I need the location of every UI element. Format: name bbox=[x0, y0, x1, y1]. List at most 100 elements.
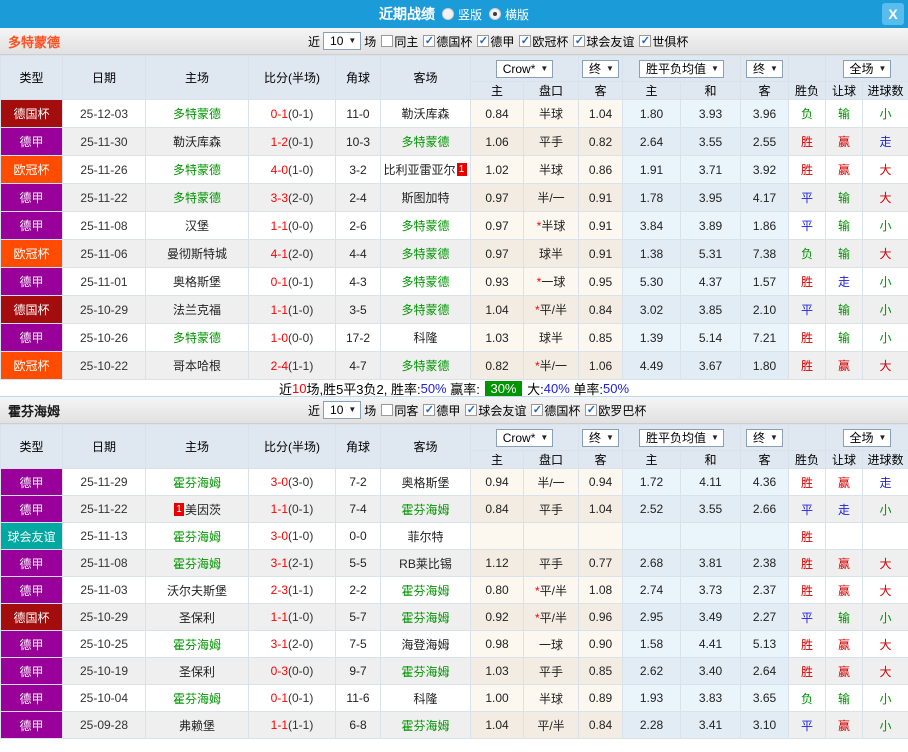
cell-asian-handicap: 半球 bbox=[523, 99, 579, 128]
away-team-name: 霍芬海姆 bbox=[401, 502, 450, 517]
cell-corners: 11-6 bbox=[335, 684, 381, 712]
cell-competition: 德甲 bbox=[0, 211, 63, 240]
cell-corners: 6-8 bbox=[335, 711, 381, 739]
cell-asian-home-odds: 0.82 bbox=[470, 351, 524, 380]
cell-away-team: 霍芬海姆 bbox=[380, 576, 471, 604]
cell-date: 25-11-22 bbox=[62, 495, 146, 523]
avg-time-dropdown[interactable]: 终 ▼ bbox=[746, 59, 783, 78]
cell-result-handicap: 赢 bbox=[825, 351, 863, 380]
cell-competition: 德国杯 bbox=[0, 603, 63, 631]
cell-result-goals: 大 bbox=[862, 351, 908, 380]
filter-checkbox-德国杯[interactable]: ✓ 德国杯 bbox=[423, 33, 472, 50]
filter-checkbox-球会友谊[interactable]: ✓ 球会友谊 bbox=[465, 402, 526, 419]
checkbox-checked-icon: ✓ bbox=[573, 34, 586, 47]
home-team-name: 霍芬海姆 bbox=[172, 691, 221, 706]
cell-1x2-away: 1.80 bbox=[740, 351, 789, 380]
cell-1x2-away: 5.13 bbox=[740, 630, 789, 658]
match-row: 欧冠杯 25-11-06 曼彻斯特城 4-1(2-0) 4-4 多特蒙德 0.97 球半 0.9… bbox=[0, 239, 908, 268]
odds-time-value: 终 bbox=[589, 430, 602, 445]
cell-1x2-draw: 3.83 bbox=[680, 684, 741, 712]
summary-part: 场,胜5平3负2, 胜率: bbox=[306, 381, 421, 397]
avg-odds-dropdown[interactable]: 胜平负均值 ▼ bbox=[639, 59, 724, 78]
final-dropdown-cell: 终 ▼ bbox=[578, 55, 623, 82]
odds-source-dropdown[interactable]: Crow* ▼ bbox=[495, 428, 554, 447]
filter-checkbox-欧冠杯[interactable]: ✓ 欧冠杯 bbox=[519, 33, 568, 50]
cell-home-team: 圣保利 bbox=[145, 603, 249, 631]
odds-time-dropdown[interactable]: 终 ▼ bbox=[582, 59, 619, 78]
cell-score: 3-0(1-0) bbox=[248, 522, 336, 550]
cell-corners: 2-6 bbox=[335, 211, 381, 240]
filter-checkbox-欧罗巴杯[interactable]: ✓ 欧罗巴杯 bbox=[585, 402, 646, 419]
cell-result-goals: 小 bbox=[862, 603, 908, 631]
filter-checkbox-德甲[interactable]: ✓ 德甲 bbox=[477, 33, 514, 50]
match-row: 德甲 25-11-29 霍芬海姆 3-0(3-0) 7-2 奥格斯堡 0.94 半/一 0.94… bbox=[0, 468, 908, 496]
cell-1x2-draw: 3.85 bbox=[680, 295, 741, 324]
cell-1x2-away: 3.10 bbox=[740, 711, 789, 739]
filter-checkbox-同主[interactable]: 同主 bbox=[381, 33, 418, 50]
odds-source-dropdown[interactable]: Crow* ▼ bbox=[495, 59, 554, 78]
col-header-type: 类型 bbox=[0, 424, 63, 469]
cell-asian-away-odds: 0.89 bbox=[578, 684, 623, 712]
cell-home-team: 霍芬海姆 bbox=[145, 468, 249, 496]
match-count-dropdown[interactable]: 10 ▼ bbox=[323, 401, 362, 419]
close-button[interactable]: X bbox=[882, 3, 904, 25]
summary-part: 50% bbox=[420, 380, 447, 396]
cell-1x2-away: 2.55 bbox=[740, 127, 789, 156]
matches-tbody: 德甲 25-11-29 霍芬海姆 3-0(3-0) 7-2 奥格斯堡 0.94 半/一 0.94… bbox=[0, 468, 908, 739]
odds-source-value: Crow* bbox=[502, 430, 536, 445]
cell-result-handicap: 输 bbox=[825, 239, 863, 268]
filter-checkbox-德国杯[interactable]: ✓ 德国杯 bbox=[531, 402, 580, 419]
cell-1x2-draw: 3.89 bbox=[680, 211, 741, 240]
cell-1x2-away: 4.36 bbox=[740, 468, 789, 496]
cell-result-goals: 小 bbox=[862, 295, 908, 324]
cell-result-wdl: 负 bbox=[788, 239, 826, 268]
filter-prefix-label: 近 bbox=[308, 403, 321, 418]
away-team-name: 多特蒙德 bbox=[401, 359, 450, 373]
cell-1x2-draw: 5.14 bbox=[680, 323, 741, 352]
sub-header-home-odds: 主 bbox=[470, 81, 524, 100]
summary-part: 50% bbox=[603, 380, 630, 396]
dropdown-arrow-icon: ▼ bbox=[606, 63, 614, 73]
odds-time-dropdown[interactable]: 终 ▼ bbox=[582, 428, 619, 447]
cell-result-goals: 大 bbox=[862, 576, 908, 604]
cell-result-handicap: 输 bbox=[825, 323, 863, 352]
handicap-text: 半/一 bbox=[539, 359, 567, 373]
red-card-badge: 1 bbox=[456, 163, 467, 176]
filter-checkbox-德甲[interactable]: ✓ 德甲 bbox=[423, 402, 460, 419]
cell-asian-away-odds: 0.85 bbox=[578, 323, 623, 352]
cell-1x2-away bbox=[740, 522, 789, 550]
home-team-name: 多特蒙德 bbox=[172, 163, 221, 177]
scope-dropdown[interactable]: 全场 ▼ bbox=[842, 59, 892, 78]
full-time-score: 1-1 bbox=[270, 218, 288, 233]
filter-checkbox-球会友谊[interactable]: ✓ 球会友谊 bbox=[573, 33, 634, 50]
cell-score: 0-1(0-1) bbox=[248, 267, 336, 296]
avg-time-dropdown[interactable]: 终 ▼ bbox=[746, 428, 783, 447]
avg-odds-dropdown[interactable]: 胜平负均值 ▼ bbox=[639, 428, 724, 447]
dropdown-arrow-icon: ▼ bbox=[348, 36, 357, 45]
dropdown-arrow-icon: ▼ bbox=[770, 432, 778, 442]
view-option-horizontal[interactable]: 横版 bbox=[489, 6, 529, 23]
filter-checkbox-世俱杯[interactable]: ✓ 世俱杯 bbox=[639, 33, 688, 50]
match-count-dropdown[interactable]: 10 ▼ bbox=[323, 32, 362, 50]
cell-asian-home-odds: 1.06 bbox=[470, 127, 524, 156]
cell-result-goals: 小 bbox=[862, 99, 908, 128]
table-header: 类型 日期 主场 比分(半场) 角球 客场 Crow* ▼ 终 ▼ 胜平负均值 ▼ 终… bbox=[0, 55, 908, 100]
cell-result-goals: 大 bbox=[862, 239, 908, 268]
view-option-vertical[interactable]: 竖版 bbox=[441, 6, 482, 23]
cell-1x2-draw: 3.67 bbox=[680, 351, 741, 380]
full-time-score: 1-1 bbox=[270, 302, 288, 317]
cell-asian-home-odds: 1.04 bbox=[470, 295, 524, 324]
cell-result-goals: 小 bbox=[862, 684, 908, 712]
cell-1x2-draw: 3.49 bbox=[680, 603, 741, 631]
full-time-score: 3-1 bbox=[270, 637, 288, 651]
scope-dropdown[interactable]: 全场 ▼ bbox=[842, 428, 892, 447]
away-team-name: 菲尔特 bbox=[407, 529, 444, 544]
cell-1x2-away: 3.92 bbox=[740, 155, 789, 184]
cell-score: 0-3(0-0) bbox=[248, 657, 336, 685]
filter-checkbox-同客[interactable]: 同客 bbox=[381, 402, 418, 419]
titlebar: 近期战绩 竖版 横版 X bbox=[0, 0, 908, 28]
cell-result-handicap bbox=[825, 522, 863, 550]
sub-header-goals: 进球数 bbox=[862, 450, 908, 469]
checkbox-label: 德甲 bbox=[436, 403, 461, 418]
cell-result-goals: 大 bbox=[862, 549, 908, 577]
